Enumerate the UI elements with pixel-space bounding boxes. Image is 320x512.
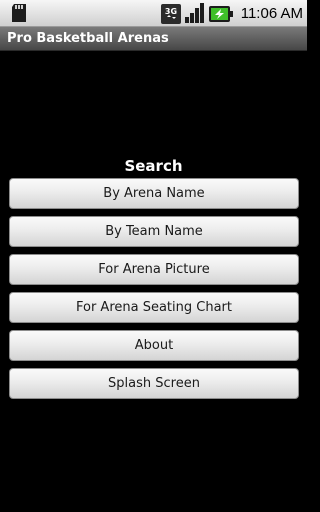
- status-bar: 3G 11:06 AM: [0, 0, 307, 27]
- 3g-data-icon: 3G: [161, 4, 181, 24]
- search-by-arena-name-button[interactable]: By Arena Name: [9, 178, 299, 209]
- signal-strength-icon: [185, 3, 204, 23]
- search-by-team-name-button[interactable]: By Team Name: [9, 216, 299, 247]
- about-button[interactable]: About: [9, 330, 299, 361]
- splash-screen-button[interactable]: Splash Screen: [9, 368, 299, 399]
- search-seating-chart-button[interactable]: For Arena Seating Chart: [9, 292, 299, 323]
- battery-charging-icon: [209, 6, 233, 22]
- search-heading: Search: [124, 157, 183, 175]
- status-clock: 11:06 AM: [240, 5, 303, 22]
- app-title-bar: Pro Basketball Arenas: [0, 27, 307, 51]
- network-type-label: 3G: [165, 7, 177, 16]
- sd-card-icon: [12, 4, 26, 22]
- app-title: Pro Basketball Arenas: [7, 31, 169, 46]
- search-arena-picture-button[interactable]: For Arena Picture: [9, 254, 299, 285]
